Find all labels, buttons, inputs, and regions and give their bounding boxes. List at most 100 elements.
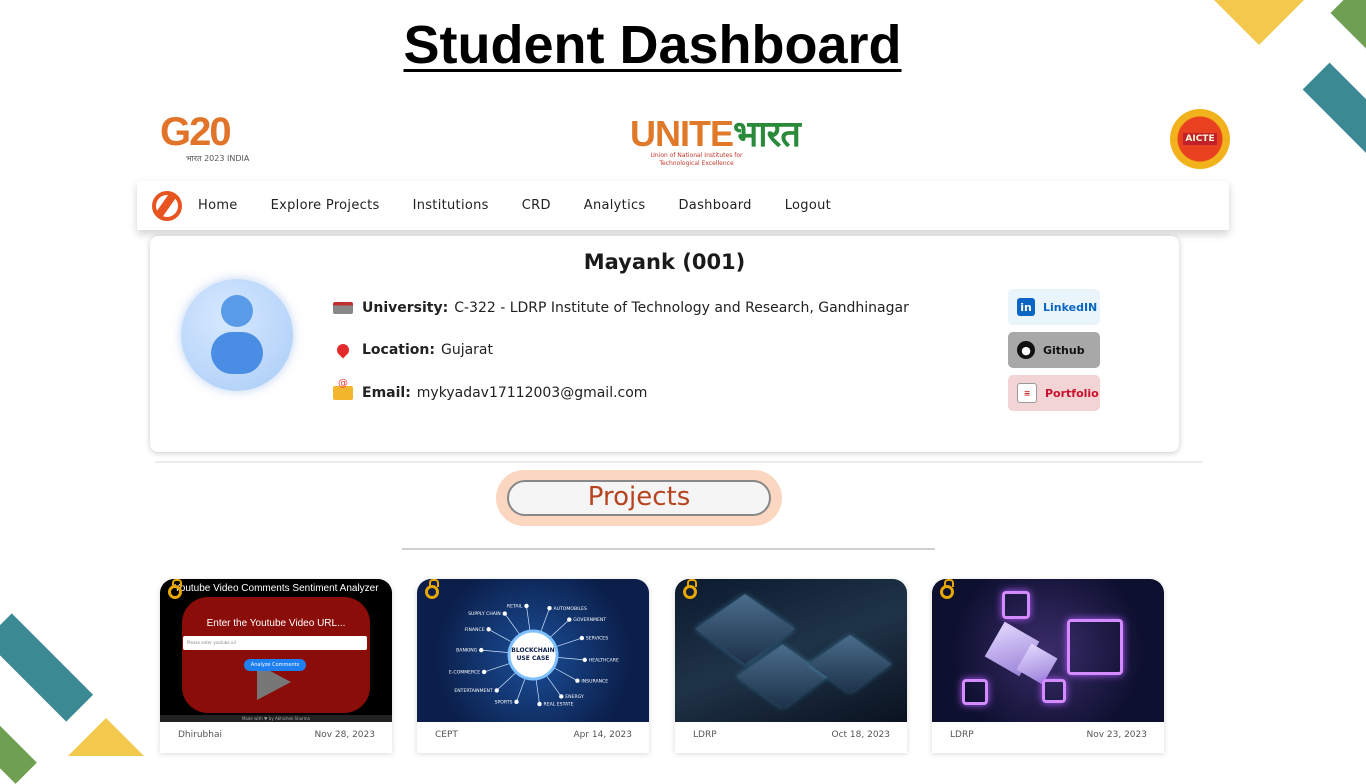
email-label: Email: bbox=[362, 385, 411, 401]
glow-cube-outline bbox=[1002, 591, 1030, 619]
nav-crd[interactable]: CRD bbox=[522, 198, 551, 213]
avatar-body bbox=[211, 332, 263, 374]
nav-explore-projects[interactable]: Explore Projects bbox=[271, 198, 380, 213]
projects-divider bbox=[402, 548, 935, 550]
avatar-head bbox=[221, 295, 253, 327]
linkedin-button[interactable]: in LinkedIN bbox=[1008, 289, 1100, 325]
project-card-footer: Dhirubhai Nov 28, 2023 bbox=[160, 722, 392, 740]
spoke-node bbox=[514, 699, 519, 705]
university-row: University: C-322 - LDRP Institute of Te… bbox=[332, 297, 909, 319]
project-institution: LDRP bbox=[950, 730, 974, 740]
spoke-label: FINANCE bbox=[464, 627, 484, 633]
unite-bharat-logo: UNITEभारत Union of National Institutes f… bbox=[630, 113, 801, 167]
spoke-line bbox=[516, 677, 526, 702]
center-label-1: BLOCKCHAIN bbox=[511, 647, 554, 654]
glow-cube-outline bbox=[1042, 679, 1066, 703]
spoke-node bbox=[494, 688, 499, 693]
project-thumbnail-1: Youtube Video Comments Sentiment Analyze… bbox=[160, 579, 392, 722]
blockchain-diagram: BLOCKCHAIN USE CASE RETAIL AUTOMOBILES GOV… bbox=[449, 604, 619, 708]
project-thumbnail-2: BLOCKCHAIN USE CASE RETAIL AUTOMOBILES GOV… bbox=[417, 579, 649, 722]
projects-heading: Projects bbox=[507, 480, 771, 516]
decor-stripe-green-bottom-left bbox=[0, 720, 37, 784]
email-icon bbox=[332, 378, 354, 404]
project-date: Nov 28, 2023 bbox=[314, 730, 375, 740]
project-card-footer: LDRP Nov 23, 2023 bbox=[932, 722, 1164, 740]
github-button[interactable]: ● Github bbox=[1008, 332, 1100, 368]
decor-stripe-teal-top-right bbox=[1302, 62, 1366, 168]
project-date: Nov 23, 2023 bbox=[1086, 730, 1147, 740]
project-card-1[interactable]: Youtube Video Comments Sentiment Analyze… bbox=[160, 579, 392, 753]
medal-icon bbox=[940, 579, 954, 599]
project-card-footer: CEPT Apr 14, 2023 bbox=[417, 722, 649, 740]
spoke-label: E-COMMERCE bbox=[449, 670, 480, 676]
spoke-line bbox=[556, 657, 585, 661]
spoke-node bbox=[559, 694, 564, 699]
nav-home[interactable]: Home bbox=[198, 198, 238, 213]
medal-icon bbox=[168, 579, 182, 599]
spoke-line bbox=[535, 678, 540, 705]
spoke-node bbox=[537, 701, 542, 707]
spoke-label: INSURANCE bbox=[581, 678, 608, 684]
location-pin-icon bbox=[332, 339, 354, 361]
center-label-2: USE CASE bbox=[517, 655, 550, 662]
decor-stripe-green-top-right bbox=[1330, 0, 1366, 63]
site-logo-icon[interactable] bbox=[152, 190, 182, 221]
university-icon bbox=[332, 297, 354, 319]
spoke-label: ENERGY bbox=[565, 694, 584, 700]
spoke-line bbox=[540, 608, 550, 633]
spoke-line bbox=[526, 605, 531, 632]
spoke-line bbox=[504, 613, 521, 636]
projects-heading-badge: Projects bbox=[496, 470, 782, 526]
project-card-2[interactable]: BLOCKCHAIN USE CASE RETAIL AUTOMOBILES GOV… bbox=[417, 579, 649, 753]
thumb-url-input: Please enter youtube url bbox=[183, 636, 367, 650]
nav-logout[interactable]: Logout bbox=[785, 198, 831, 213]
spoke-line bbox=[484, 662, 511, 673]
spoke-label: GOVERNMENT bbox=[573, 617, 606, 623]
spoke-node bbox=[579, 635, 585, 641]
decor-triangle-bottom-left bbox=[68, 718, 144, 756]
linkedin-label: LinkedIN bbox=[1043, 300, 1098, 314]
avatar bbox=[181, 279, 293, 391]
nav-dashboard[interactable]: Dashboard bbox=[679, 198, 752, 213]
spoke-line bbox=[545, 674, 562, 697]
project-date: Oct 18, 2023 bbox=[831, 730, 891, 740]
spoke-node bbox=[486, 627, 491, 632]
glow-cube-outline bbox=[1067, 619, 1123, 675]
spoke-label: AUTOMOBILES bbox=[554, 606, 587, 612]
aicte-logo: AICTE bbox=[1170, 109, 1230, 169]
portfolio-button[interactable]: ≡ Portfolio bbox=[1008, 375, 1100, 411]
university-label: University: bbox=[362, 300, 449, 316]
project-card-4[interactable]: LDRP Nov 23, 2023 bbox=[932, 579, 1164, 753]
spoke-label: SUPPLY CHAIN bbox=[468, 611, 501, 617]
university-value: C-322 - LDRP Institute of Technology and… bbox=[454, 300, 909, 316]
github-label: Github bbox=[1043, 343, 1085, 357]
spoke-line bbox=[488, 628, 513, 643]
thumb-analyze-button: Analyze Comments bbox=[244, 659, 306, 671]
profile-name: Mayank (001) bbox=[583, 250, 746, 274]
glow-cube-outline bbox=[962, 679, 988, 705]
spoke-line bbox=[555, 637, 582, 648]
nav-institutions[interactable]: Institutions bbox=[413, 198, 489, 213]
spoke-node bbox=[481, 669, 487, 675]
nav-analytics[interactable]: Analytics bbox=[584, 198, 646, 213]
project-card-3[interactable]: LDRP Oct 18, 2023 bbox=[675, 579, 907, 753]
thumb-credit: Made with ♥ by Abhishek Sharma bbox=[160, 715, 392, 722]
spoke-label: RETAIL bbox=[507, 604, 523, 610]
email-row: Email: mykyadav17112003@gmail.com bbox=[332, 378, 647, 404]
g20-logo: G20 भारत 2023 INDIA bbox=[160, 110, 250, 163]
spoke-line bbox=[549, 619, 570, 639]
section-divider bbox=[155, 461, 1202, 463]
location-value: Gujarat bbox=[440, 342, 493, 358]
spoke-label: BANKING bbox=[456, 648, 478, 654]
spoke-line bbox=[496, 671, 517, 691]
location-row: Location: Gujarat bbox=[332, 339, 493, 361]
spoke-label: HEALTHCARE bbox=[589, 657, 619, 663]
thumb-prompt: Enter the Youtube Video URL... bbox=[206, 618, 346, 629]
slide-title: Student Dashboard bbox=[403, 15, 902, 75]
spoke-node bbox=[547, 605, 552, 611]
spoke-line bbox=[481, 649, 510, 653]
medal-icon bbox=[683, 579, 697, 599]
profile-card: Mayank (001) University: C-322 - LDRP In… bbox=[150, 236, 1179, 452]
spoke-label: SERVICES bbox=[586, 636, 608, 642]
navbar: Home Explore Projects Institutions CRD A… bbox=[137, 181, 1229, 230]
